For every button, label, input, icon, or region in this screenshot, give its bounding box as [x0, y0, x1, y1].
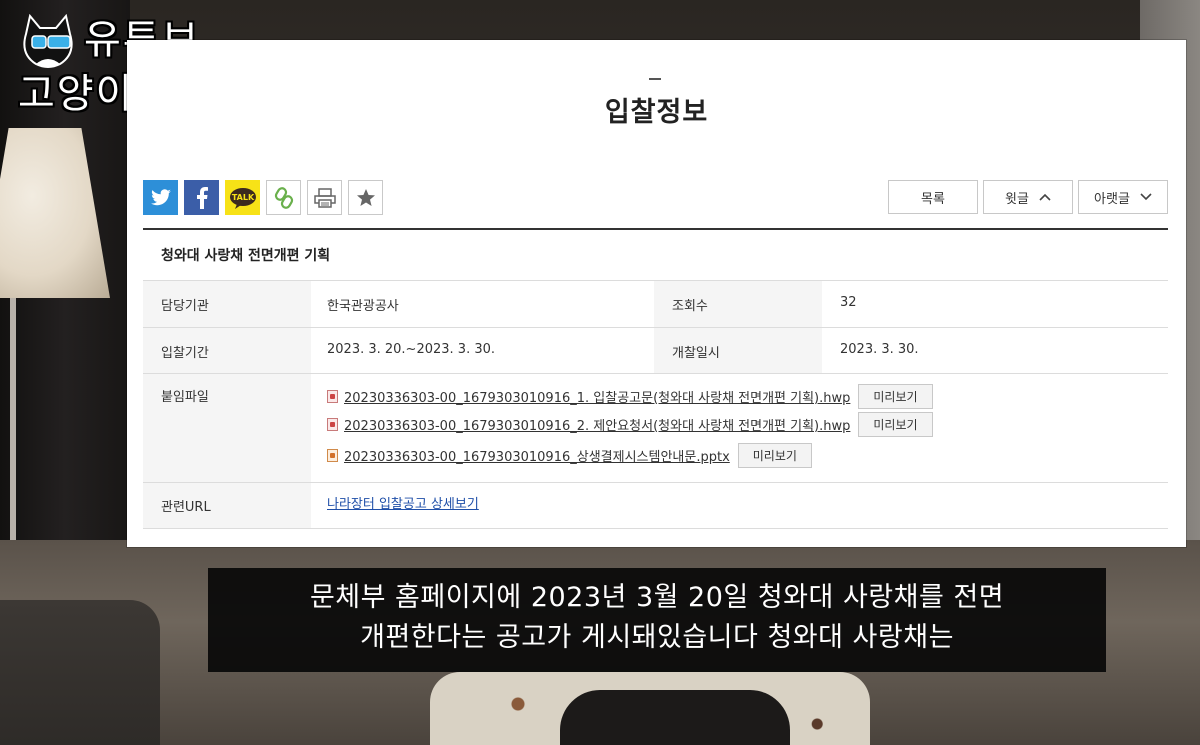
- attachment-item: 20230336303-00_1679303010916_1. 입찰공고문(청와…: [327, 384, 933, 409]
- bookmark-button[interactable]: [348, 180, 383, 215]
- list-label: 목록: [921, 191, 945, 207]
- subtitle-line-2: 개편한다는 공고가 게시돼있습니다 청와대 사랑채는: [360, 622, 954, 653]
- webpage-panel: 입찰정보 TALK 목록 윗글 아랫글 청와대 사랑채 전면개편 기획 담당기관…: [127, 40, 1186, 547]
- org-value: 한국관광공사: [327, 299, 399, 314]
- print-button[interactable]: [307, 180, 342, 215]
- attachment-item: 20230336303-00_1679303010916_2. 제안요청서(청와…: [327, 412, 933, 437]
- views-value: 32: [840, 295, 857, 310]
- preview-button[interactable]: 미리보기: [737, 443, 812, 468]
- attachment-link[interactable]: 20230336303-00_1679303010916_2. 제안요청서(청와…: [344, 415, 850, 434]
- hwp-file-icon: [327, 418, 338, 431]
- share-bar: TALK: [143, 180, 383, 215]
- row-divider: [143, 482, 1168, 483]
- prev-label: 윗글: [1005, 191, 1029, 207]
- row-divider: [143, 528, 1168, 529]
- url-cell: 나라장터 입찰공고 상세보기: [327, 493, 479, 512]
- list-button[interactable]: 목록: [888, 180, 978, 214]
- url-label: 관련URL: [161, 500, 211, 515]
- star-icon: [356, 188, 375, 206]
- print-icon: [313, 187, 336, 208]
- opening-value: 2023. 3. 30.: [840, 342, 919, 357]
- attachment-link[interactable]: 20230336303-00_1679303010916_상생결제시스템안내문.…: [344, 446, 730, 465]
- kakao-label: TALK: [231, 193, 254, 202]
- prev-post-button[interactable]: 윗글: [983, 180, 1073, 214]
- chevron-down-icon: [1140, 193, 1152, 201]
- twitter-icon: [150, 188, 171, 205]
- post-subject: 청와대 사랑채 전면개편 기획: [161, 248, 331, 264]
- preview-button[interactable]: 미리보기: [858, 412, 933, 437]
- subtitle-line-1: 문체부 홈페이지에 2023년 3월 20일 청와대 사랑채를 전면: [309, 582, 1005, 613]
- next-post-button[interactable]: 아랫글: [1078, 180, 1168, 214]
- pptx-file-icon: [327, 449, 338, 462]
- row-divider: [143, 373, 1168, 374]
- facebook-share-button[interactable]: [184, 180, 219, 215]
- twitter-share-button[interactable]: [143, 180, 178, 215]
- related-url-link[interactable]: 나라장터 입찰공고 상세보기: [327, 497, 479, 512]
- cat-icon: [23, 14, 73, 68]
- kakaotalk-share-button[interactable]: TALK: [225, 180, 260, 215]
- table-top-border: [143, 228, 1168, 230]
- facebook-icon: [196, 186, 208, 209]
- next-label: 아랫글: [1094, 191, 1130, 207]
- video-subtitle: 문체부 홈페이지에 2023년 3월 20일 청와대 사랑채를 전면 개편한다는…: [208, 568, 1106, 672]
- files-label: 붙임파일: [161, 390, 209, 405]
- period-label: 입찰기간: [161, 346, 209, 361]
- hwp-file-icon: [327, 390, 338, 403]
- lamp-pole: [10, 298, 16, 548]
- title-dash: [649, 78, 661, 80]
- page-title: 입찰정보: [604, 97, 709, 128]
- preview-button[interactable]: 미리보기: [858, 384, 933, 409]
- post-nav: 목록 윗글 아랫글: [888, 180, 1168, 214]
- org-label: 담당기관: [161, 299, 209, 314]
- link-icon: [274, 186, 293, 209]
- row-divider: [143, 327, 1168, 328]
- chevron-up-icon: [1039, 193, 1051, 201]
- period-value: 2023. 3. 20.~2023. 3. 30.: [327, 342, 496, 357]
- kakaotalk-icon: TALK: [229, 187, 256, 209]
- dark-object: [560, 690, 790, 745]
- views-label: 조회수: [672, 299, 708, 314]
- opening-label: 개찰일시: [672, 346, 720, 361]
- sofa-arm: [0, 600, 160, 745]
- attachment-item: 20230336303-00_1679303010916_상생결제시스템안내문.…: [327, 443, 812, 468]
- attachment-link[interactable]: 20230336303-00_1679303010916_1. 입찰공고문(청와…: [344, 387, 850, 406]
- link-copy-button[interactable]: [266, 180, 301, 215]
